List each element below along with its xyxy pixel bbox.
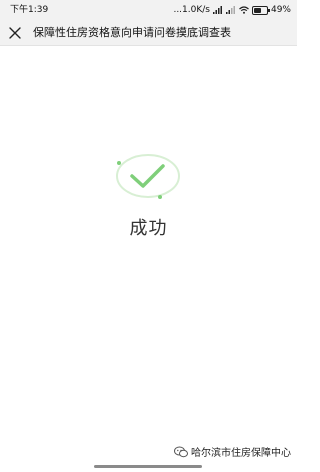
home-indicator[interactable] xyxy=(94,465,202,468)
wechat-icon xyxy=(174,446,188,457)
battery-icon xyxy=(251,5,270,15)
signal-icon-2 xyxy=(225,6,235,14)
status-icons: ...1.0K/s 49% xyxy=(173,0,291,20)
check-circle-icon xyxy=(116,154,180,199)
watermark-text: 哈尔滨市住房保障中心 xyxy=(191,448,291,459)
close-icon xyxy=(9,27,21,39)
watermark: 哈尔滨市住房保障中心 xyxy=(174,444,291,459)
network-speed: ...1.0K/s xyxy=(173,5,210,15)
title-bar: 保障性住房资格意向申请问卷摸底调查表 xyxy=(0,20,297,46)
battery-text: 49% xyxy=(270,5,291,15)
page-title: 保障性住房资格意向申请问卷摸底调查表 xyxy=(33,26,231,39)
status-time: 下午1:39 xyxy=(10,5,49,15)
success-message: 成功 xyxy=(129,218,168,239)
main-content: 成功 xyxy=(0,46,297,456)
status-bar: 下午1:39 ...1.0K/s 49% xyxy=(0,0,297,20)
close-button[interactable] xyxy=(6,24,24,42)
wifi-icon xyxy=(239,6,249,14)
signal-icon xyxy=(212,6,222,14)
